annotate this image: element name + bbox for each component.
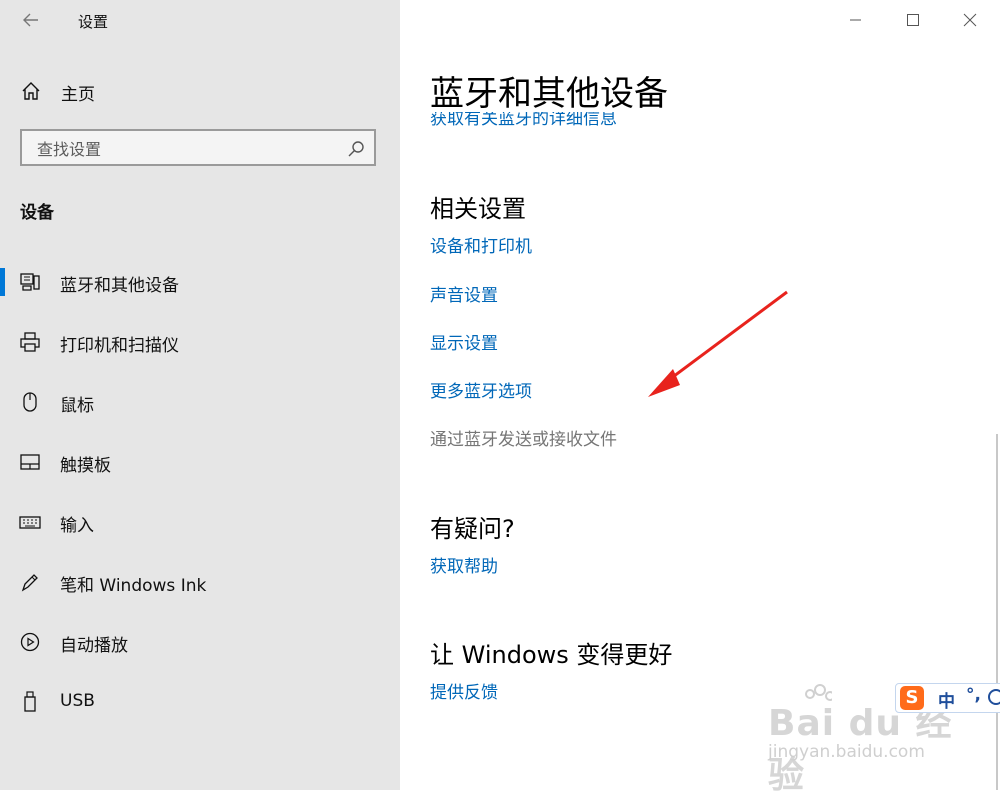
minimize-button[interactable] bbox=[840, 6, 870, 34]
page-title: 蓝牙和其他设备 bbox=[430, 74, 668, 114]
app-title: 设置 bbox=[78, 13, 109, 31]
display-settings-link[interactable]: 显示设置 bbox=[430, 329, 498, 354]
keyboard-icon bbox=[19, 516, 41, 529]
sidebar-item-home[interactable]: 主页 bbox=[0, 70, 400, 112]
sidebar-item-label: 蓝牙和其他设备 bbox=[60, 276, 179, 296]
get-help-link[interactable]: 获取帮助 bbox=[430, 552, 498, 577]
back-arrow-icon bbox=[23, 13, 38, 27]
sidebar-item-typing[interactable]: 输入 bbox=[0, 500, 400, 544]
autoplay-icon bbox=[20, 632, 40, 652]
related-settings-heading: 相关设置 bbox=[430, 195, 526, 223]
give-feedback-link[interactable]: 提供反馈 bbox=[430, 678, 498, 703]
home-icon bbox=[22, 82, 40, 100]
touchpad-icon bbox=[20, 454, 40, 470]
search-input[interactable] bbox=[35, 137, 339, 161]
printer-icon bbox=[20, 332, 40, 352]
sidebar-item-label: 自动播放 bbox=[60, 636, 128, 656]
usb-icon bbox=[24, 691, 36, 712]
ime-toolbar[interactable]: S 中 °, bbox=[895, 683, 1000, 713]
annotation-arrow bbox=[648, 290, 788, 397]
sound-settings-link[interactable]: 声音设置 bbox=[430, 281, 498, 306]
sidebar-item-label: 笔和 Windows Ink bbox=[60, 576, 207, 596]
pen-icon bbox=[21, 574, 38, 592]
watermark-url: jingyan.baidu.com bbox=[768, 742, 925, 762]
mouse-icon bbox=[23, 392, 37, 412]
maximize-icon bbox=[907, 14, 919, 26]
search-box[interactable] bbox=[20, 129, 376, 166]
sidebar-item-label: 输入 bbox=[60, 516, 94, 536]
home-label: 主页 bbox=[61, 85, 95, 105]
more-bluetooth-options-link[interactable]: 更多蓝牙选项 bbox=[430, 377, 532, 402]
bluetooth-info-link[interactable]: 获取有关蓝牙的详细信息 bbox=[430, 112, 730, 126]
minimize-icon bbox=[850, 19, 861, 21]
back-button[interactable] bbox=[14, 6, 48, 34]
close-button[interactable] bbox=[955, 6, 985, 34]
sidebar-item-autoplay[interactable]: 自动播放 bbox=[0, 620, 400, 664]
bluetooth-devices-icon bbox=[20, 273, 40, 291]
devices-and-printers-link[interactable]: 设备和打印机 bbox=[430, 232, 532, 257]
sidebar-item-label: 触摸板 bbox=[60, 456, 111, 476]
feedback-heading: 让 Windows 变得更好 bbox=[430, 641, 673, 669]
sidebar-item-label: 鼠标 bbox=[60, 396, 94, 416]
ime-emoji-icon[interactable] bbox=[988, 689, 1000, 705]
sidebar-item-touchpad[interactable]: 触摸板 bbox=[0, 440, 400, 484]
selection-indicator bbox=[0, 268, 5, 296]
sidebar-item-pen[interactable]: 笔和 Windows Ink bbox=[0, 560, 400, 604]
sidebar-item-label: USB bbox=[60, 691, 95, 711]
sidebar-item-printers[interactable]: 打印机和扫描仪 bbox=[0, 320, 400, 364]
section-title: 设备 bbox=[20, 203, 54, 223]
send-receive-files-link: 通过蓝牙发送或接收文件 bbox=[430, 430, 617, 450]
search-icon[interactable] bbox=[346, 139, 366, 159]
main-content: 蓝牙和其他设备 获取有关蓝牙的详细信息 相关设置 设备和打印机 声音设置 显示设… bbox=[400, 0, 1000, 790]
scrollbar[interactable] bbox=[996, 434, 998, 790]
ime-language-mode[interactable]: 中 bbox=[938, 687, 955, 712]
questions-heading: 有疑问? bbox=[430, 515, 515, 543]
bluetooth-info-link-label: 获取有关蓝牙的详细信息 bbox=[430, 112, 617, 126]
ime-punctuation-mode[interactable]: °, bbox=[966, 685, 981, 705]
sidebar-item-mouse[interactable]: 鼠标 bbox=[0, 380, 400, 424]
sidebar-item-bluetooth[interactable]: 蓝牙和其他设备 bbox=[0, 260, 400, 304]
sidebar: 设置 主页 设备 蓝牙和其他设备 打印机和扫描仪 bbox=[0, 0, 400, 790]
maximize-button[interactable] bbox=[898, 6, 928, 34]
sogou-logo-icon[interactable]: S bbox=[900, 686, 924, 710]
sidebar-item-usb[interactable]: USB bbox=[0, 680, 400, 724]
sidebar-item-label: 打印机和扫描仪 bbox=[60, 336, 179, 356]
close-icon bbox=[963, 13, 977, 27]
